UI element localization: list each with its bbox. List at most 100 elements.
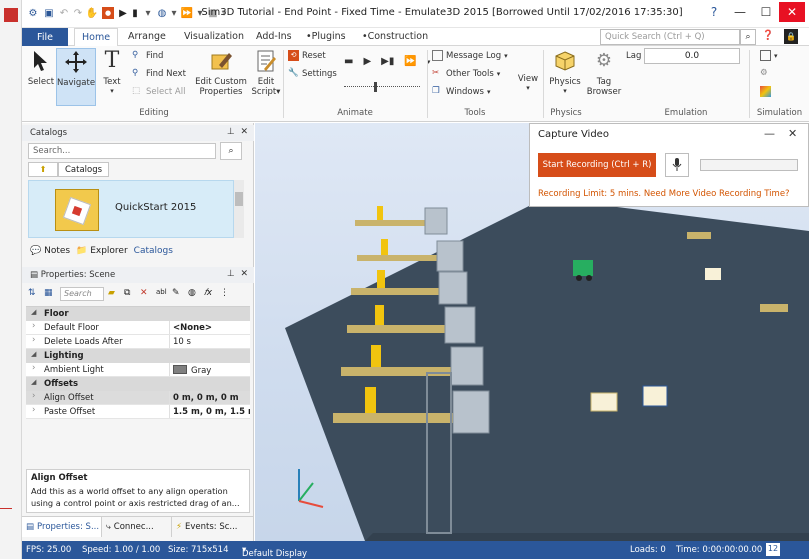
physics-button[interactable]: Physics ▾ xyxy=(548,48,582,106)
filter-icon[interactable]: ▦ xyxy=(44,288,56,300)
redo-icon[interactable]: ↷ xyxy=(72,6,84,20)
simulation-view-button[interactable]: ▾ xyxy=(760,50,778,61)
search-icon[interactable]: ⌕ xyxy=(220,142,242,160)
folder-up-icon[interactable]: ⬆ xyxy=(28,162,58,177)
property-search-input[interactable]: Search xyxy=(60,287,104,301)
other-tools-button[interactable]: ✂ Other Tools ▾ xyxy=(432,68,500,79)
step-icon[interactable]: ▮ xyxy=(130,6,140,20)
record-quick-icon[interactable]: ● xyxy=(102,7,114,19)
delete-icon[interactable]: ✕ xyxy=(140,288,152,300)
minimize-button[interactable]: — xyxy=(764,127,775,140)
save-icon[interactable]: ▣ xyxy=(42,6,56,20)
fps-readout: FPS: 25.00 xyxy=(26,545,72,555)
sort-icon[interactable]: ⇅ xyxy=(28,288,40,300)
tab-connections[interactable]: ⤷ Connec... xyxy=(102,517,172,537)
catalog-scrollbar[interactable] xyxy=(234,180,244,238)
lag-input[interactable]: 0.0 xyxy=(644,48,740,64)
category-floor[interactable]: Floor xyxy=(26,307,250,321)
web-icon[interactable]: ◍ xyxy=(188,288,200,300)
pin-close-icons[interactable]: ⊥ ✕ xyxy=(227,127,248,137)
tab-catalogs[interactable]: Catalogs xyxy=(134,246,173,256)
tab-notes[interactable]: 💬 Notes xyxy=(30,246,70,256)
abc-icon[interactable]: abl xyxy=(156,288,168,300)
property-key: Paste Offset xyxy=(26,405,170,418)
play-icon[interactable]: ▶ xyxy=(118,6,128,20)
globe-icon[interactable]: ◍ xyxy=(156,6,168,20)
edit-custom-properties-button[interactable]: Edit Custom Properties xyxy=(194,48,248,106)
message-log-button[interactable]: Message Log ▾ xyxy=(432,50,508,61)
tab-events[interactable]: ⚡ Events: Sc... xyxy=(172,517,254,537)
tab-explorer-label: Explorer xyxy=(90,246,128,256)
dropdown-icon: ▾ xyxy=(496,69,501,78)
close-button[interactable]: ✕ xyxy=(788,127,797,140)
dropdown-icon[interactable]: ▾ xyxy=(142,6,154,20)
notification-badge[interactable]: 12 xyxy=(766,543,780,556)
tab-visualization[interactable]: Visualization xyxy=(184,31,244,42)
tag-browser-button[interactable]: ⚙ Tag Browser xyxy=(584,48,624,106)
hand-icon[interactable]: ✋ xyxy=(86,6,98,20)
display-selector[interactable]: Default Display ▾ xyxy=(242,545,307,559)
play-icon[interactable]: ▶ xyxy=(363,56,371,67)
tab-arrange[interactable]: Arrange xyxy=(128,31,166,42)
select-all-button[interactable]: ⬚ Select All xyxy=(132,86,185,97)
edit-script-button[interactable]: Edit Script▾ xyxy=(250,48,282,106)
lock-icon[interactable]: 🔒 xyxy=(784,29,798,44)
find-button[interactable]: ⚲ Find xyxy=(132,50,163,61)
property-row-ambient-light[interactable]: Ambient Light Gray xyxy=(26,363,250,377)
folder-icon[interactable]: ▰ xyxy=(108,288,120,300)
catalogs-tab[interactable]: Catalogs xyxy=(58,162,110,177)
tab-explorer[interactable]: 📁 Explorer xyxy=(76,246,128,256)
ribbon-tabs: File Home Arrange Visualization Add-Ins … xyxy=(22,28,809,47)
recording-limit-link[interactable]: Recording Limit: 5 mins. Need More Video… xyxy=(538,189,790,199)
tab-add-ins[interactable]: Add-Ins xyxy=(256,31,292,42)
minimize-button[interactable]: — xyxy=(727,2,753,22)
navigate-button[interactable]: Navigate xyxy=(56,48,96,106)
category-offsets[interactable]: Offsets xyxy=(26,377,250,391)
copy-icon[interactable]: ⧉ xyxy=(124,288,136,300)
property-row-delete-loads[interactable]: Delete Loads After10 s xyxy=(26,335,250,349)
simulation-group-label: Simulation xyxy=(756,108,803,118)
microphone-icon[interactable] xyxy=(665,153,689,177)
tab-file[interactable]: File xyxy=(22,28,68,46)
script-icon[interactable]: ✎ xyxy=(172,288,184,300)
help-circle-icon[interactable]: ❓ xyxy=(762,30,774,41)
quick-search-input[interactable]: Quick Search (Ctrl + Q) xyxy=(600,29,740,45)
windows-button[interactable]: ❐ Windows ▾ xyxy=(432,86,490,97)
pallet-model xyxy=(705,268,721,280)
reset-button[interactable]: ⟲ Reset xyxy=(288,50,326,61)
catalog-search-input[interactable]: Search... xyxy=(28,143,216,159)
speed-slider-thumb[interactable] xyxy=(374,82,377,92)
more-icon[interactable]: ⋮ xyxy=(220,288,232,300)
fast-forward-icon[interactable]: ⏩ xyxy=(404,56,416,67)
category-lighting[interactable]: Lighting xyxy=(26,349,250,363)
pin-close-icons[interactable]: ⊥ ✕ xyxy=(227,269,248,279)
dropdown-icon[interactable]: ▾ xyxy=(170,6,178,20)
search-icon[interactable]: ⌕ xyxy=(740,29,756,45)
property-row-default-floor[interactable]: Default Floor<None> xyxy=(26,321,250,335)
function-icon[interactable]: 𝑓x xyxy=(204,288,216,300)
property-row-paste-offset[interactable]: Paste Offset1.5 m, 0 m, 1.5 m xyxy=(26,405,250,419)
tag-browser-label-2: Browser xyxy=(586,87,622,98)
app-gear-icon[interactable]: ⚙ xyxy=(26,6,40,20)
select-button[interactable]: Select xyxy=(26,48,56,106)
speed-slider[interactable] xyxy=(344,86,420,89)
tab-properties[interactable]: ▤ Properties: S... xyxy=(22,517,102,537)
simulation-run-button[interactable] xyxy=(760,86,771,97)
undo-icon[interactable]: ↶ xyxy=(58,6,70,20)
help-button[interactable]: ? xyxy=(701,2,727,22)
tab-plugins[interactable]: •Plugins xyxy=(306,31,346,42)
start-recording-button[interactable]: Start Recording (Ctrl + R) xyxy=(538,153,656,177)
step-icon[interactable]: ▶▮ xyxy=(381,56,394,67)
text-button[interactable]: T Text ▾ xyxy=(98,48,126,106)
simulation-settings-button[interactable]: ⚙ xyxy=(760,68,768,78)
find-next-button[interactable]: ⚲ Find Next xyxy=(132,68,186,79)
property-key: Default Floor xyxy=(26,321,170,334)
settings-button[interactable]: 🔧 Settings xyxy=(288,68,337,79)
stop-icon[interactable]: ▬ xyxy=(344,56,353,67)
maximize-button[interactable]: ☐ xyxy=(753,2,779,22)
property-row-align-offset[interactable]: Align Offset0 m, 0 m, 0 m xyxy=(26,391,250,405)
tab-home[interactable]: Home xyxy=(74,28,119,47)
close-button[interactable]: ✕ xyxy=(779,2,805,22)
catalog-item-quickstart[interactable]: QuickStart 2015 xyxy=(28,180,234,238)
tab-construction[interactable]: •Construction xyxy=(362,31,428,42)
